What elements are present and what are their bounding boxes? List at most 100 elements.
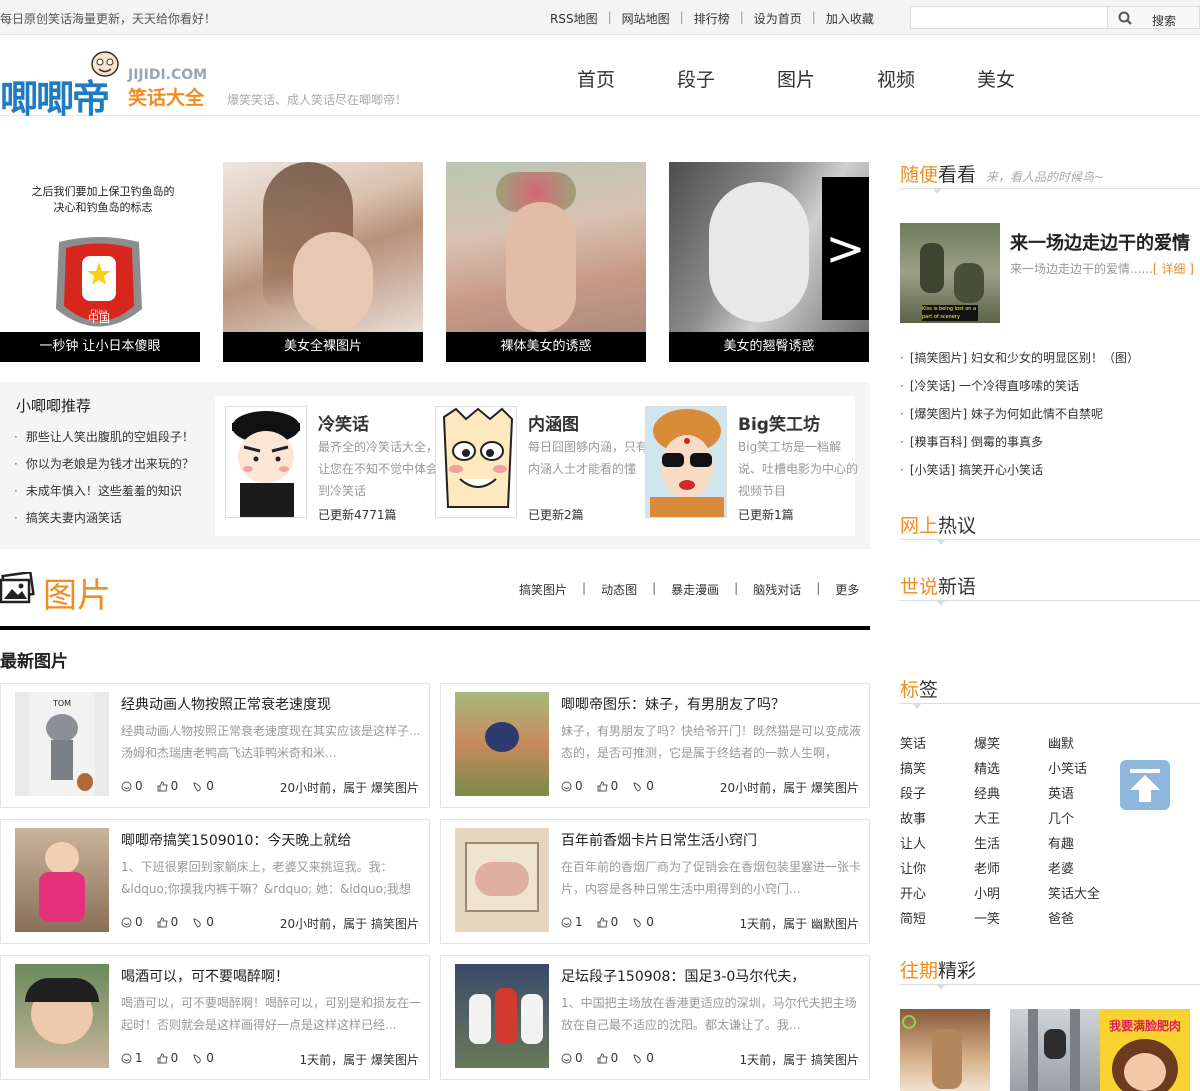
list-item[interactable]: 你以为老娘是为钱才出来玩的？ [14, 455, 194, 482]
recommend-title: 小唧唧推荐 [16, 397, 92, 415]
list-item[interactable]: 那些让人笑出腹肌的空姐段子！ [14, 428, 194, 455]
tag[interactable]: 开心 [900, 883, 974, 902]
like-count[interactable]: 0 [597, 1051, 618, 1065]
tag[interactable]: 有趣 [1048, 833, 1122, 852]
picture-card[interactable]: 百年前香烟卡片日常生活小窍门 在百年前的香烟厂商为了促销会在香烟包装里塞进一张卡… [440, 819, 870, 944]
rss-map-link[interactable]: RSS地图 [540, 10, 608, 27]
list-item[interactable]: 未成年慎入！这些羞羞的知识 [14, 482, 194, 509]
featured-more-link[interactable]: [ 详细 ] [1153, 262, 1194, 276]
nav-pictures[interactable]: 图片 [777, 65, 877, 92]
card-title[interactable]: 唧唧帝搞笑1509010：今天晚上就给 [121, 830, 351, 850]
category-cold-jokes[interactable]: 冷笑话 最齐全的冷笑话大全，让您在不知不觉中体会到冷笑话 已更新4771篇 [215, 406, 438, 526]
list-item[interactable]: [小笑话] 搞笑开心小笑话 [900, 461, 1139, 489]
card-title[interactable]: 足坛段子150908：国足3-0马尔代夫， [561, 966, 805, 986]
tag[interactable]: 幽默 [1048, 733, 1122, 752]
past-thumbnail[interactable] [900, 1009, 990, 1091]
category-neihan[interactable]: 内涵图 每日囧图够内涵，只有内涵人士才能看的懂 已更新2篇 [425, 406, 648, 526]
set-homepage-link[interactable]: 设为首页 [744, 10, 812, 27]
tag[interactable]: 老婆 [1048, 858, 1122, 877]
tag[interactable]: 小笑话 [1048, 758, 1122, 777]
picture-card[interactable]: TOM 经典动画人物按照正常衰老速度现 经典动画人物按照正常衰老速度现在其实应该… [0, 683, 430, 808]
card-title[interactable]: 喝酒可以，可不要喝醉啊！ [121, 966, 289, 986]
tag[interactable]: 故事 [900, 808, 974, 827]
comment-count[interactable]: 0 [561, 779, 583, 793]
comics-link[interactable]: 暴走漫画 [662, 581, 728, 598]
slider-item[interactable]: 之后我们要加上保卫钓鱼岛的决心和钓鱼岛的标志 中国 China 一秒钟 让小日本… [0, 162, 200, 362]
card-title[interactable]: 经典动画人物按照正常衰老速度现 [121, 694, 331, 714]
tag[interactable]: 精选 [974, 758, 1048, 777]
list-item[interactable]: [搞笑图片] 妇女和少女的明显区别！（图） [900, 349, 1139, 377]
category-title[interactable]: Big笑工坊 [738, 410, 820, 435]
comment-count[interactable]: 1 [121, 1051, 143, 1065]
picture-card[interactable]: 唧唧帝图乐：妹子，有男朋友了吗？ 妹子，有男朋友了吗？快给爷开门！既然猫是可以变… [440, 683, 870, 808]
card-title[interactable]: 唧唧帝图乐：妹子，有男朋友了吗？ [561, 694, 785, 714]
category-title[interactable]: 内涵图 [528, 410, 579, 435]
like-count[interactable]: 0 [157, 779, 178, 793]
slider-item[interactable]: 美女全裸图片 [223, 162, 423, 362]
tag[interactable]: 笑话大全 [1048, 883, 1122, 902]
category-big-workshop[interactable]: Big笑工坊 Big笑工坊是一档解说、吐槽电影为中心的视频节目 已更新1篇 [635, 406, 858, 526]
tag[interactable]: 小明 [974, 883, 1048, 902]
slider-next-button[interactable]: > [822, 177, 869, 320]
tag[interactable]: 生活 [974, 833, 1048, 852]
back-to-top-button[interactable] [1120, 760, 1170, 810]
share-count[interactable]: 0 [192, 915, 214, 929]
featured-title[interactable]: 来一场边走边干的爱情 [1010, 229, 1190, 255]
like-count[interactable]: 0 [597, 915, 618, 929]
like-count[interactable]: 0 [157, 1051, 178, 1065]
dialog-link[interactable]: 脑残对话 [744, 581, 810, 598]
picture-card[interactable]: 唧唧帝搞笑1509010：今天晚上就给 1、下班很累回到家躺床上，老婆又来挑逗我… [0, 819, 430, 944]
tag[interactable]: 大王 [974, 808, 1048, 827]
past-thumbnail[interactable]: 我要满脸肥肉 [1100, 1009, 1190, 1091]
more-link[interactable]: 更多 [826, 581, 868, 598]
nav-jokes[interactable]: 段子 [677, 65, 777, 92]
comment-count[interactable]: 0 [561, 1051, 583, 1065]
add-favorite-link[interactable]: 加入收藏 [816, 10, 884, 27]
list-item[interactable]: 搞笑夫妻内涵笑话 [14, 509, 194, 536]
section-divider [0, 626, 870, 630]
tag[interactable]: 段子 [900, 783, 974, 802]
tag[interactable]: 笑话 [900, 733, 974, 752]
tag[interactable]: 老师 [974, 858, 1048, 877]
share-count[interactable]: 0 [632, 1051, 654, 1065]
tag[interactable]: 几个 [1048, 808, 1122, 827]
tag[interactable]: 经典 [974, 783, 1048, 802]
past-thumbnail[interactable] [1010, 1009, 1100, 1091]
nav-home[interactable]: 首页 [577, 65, 677, 92]
funny-pics-link[interactable]: 搞笑图片 [510, 581, 576, 598]
card-title[interactable]: 百年前香烟卡片日常生活小窍门 [561, 830, 757, 850]
picture-card[interactable]: 喝酒可以，可不要喝醉啊！ 喝酒可以，可不要喝醉啊！喝醉可以，可别是和损友在一起时… [0, 955, 430, 1080]
nav-beauties[interactable]: 美女 [977, 65, 1077, 92]
ranking-link[interactable]: 排行榜 [684, 10, 740, 27]
share-count[interactable]: 0 [632, 779, 654, 793]
like-count[interactable]: 0 [157, 915, 178, 929]
share-count[interactable]: 0 [192, 779, 214, 793]
tag[interactable]: 让你 [900, 858, 974, 877]
list-item[interactable]: [冷笑话] 一个冷得直哆嗦的笑话 [900, 377, 1139, 405]
tag[interactable]: 简短 [900, 908, 974, 927]
comment-count[interactable]: 0 [121, 779, 143, 793]
nav-videos[interactable]: 视频 [877, 65, 977, 92]
share-count[interactable]: 0 [192, 1051, 214, 1065]
tag[interactable]: 爸爸 [1048, 908, 1122, 927]
comment-count[interactable]: 1 [561, 915, 583, 929]
picture-card[interactable]: 足坛段子150908：国足3-0马尔代夫， 1、中国把主场放在香港更适应的深圳，… [440, 955, 870, 1080]
notch-icon [936, 539, 946, 545]
list-item[interactable]: [糗事百科] 倒霉的事真多 [900, 433, 1139, 461]
slider-item[interactable]: 裸体美女的诱惑 [446, 162, 646, 362]
tag[interactable]: 英语 [1048, 783, 1122, 802]
sitemap-link[interactable]: 网站地图 [612, 10, 680, 27]
tag[interactable]: 搞笑 [900, 758, 974, 777]
category-title[interactable]: 冷笑话 [318, 410, 369, 435]
tag[interactable]: 爆笑 [974, 733, 1048, 752]
tag[interactable]: 一笑 [974, 908, 1048, 927]
like-count[interactable]: 0 [597, 779, 618, 793]
search-button[interactable]: 搜索 [1108, 6, 1200, 29]
gif-link[interactable]: 动态图 [592, 581, 646, 598]
share-count[interactable]: 0 [632, 915, 654, 929]
search-input[interactable] [910, 6, 1108, 29]
featured-image[interactable]: Kiss is being lost on a part of scenery [900, 223, 1000, 323]
tag[interactable]: 让人 [900, 833, 974, 852]
list-item[interactable]: [爆笑图片] 妹子为何如此情不自禁呢 [900, 405, 1139, 433]
comment-count[interactable]: 0 [121, 915, 143, 929]
